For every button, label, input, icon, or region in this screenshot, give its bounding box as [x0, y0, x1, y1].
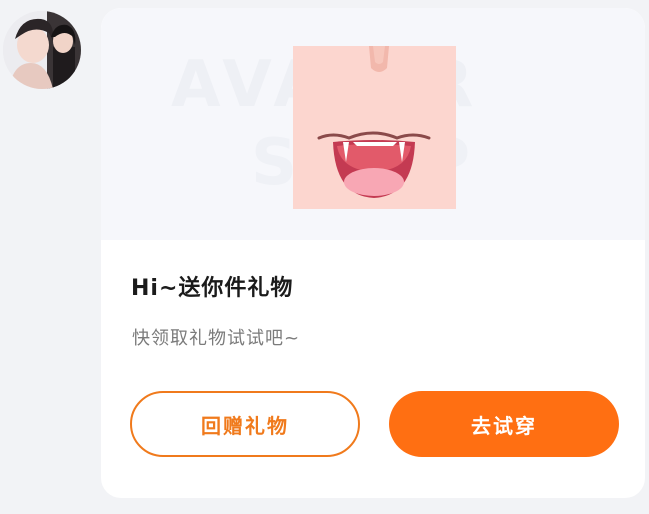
gift-popup-page: AVATAR SHOP [0, 0, 649, 514]
return-gift-button[interactable]: 回赠礼物 [130, 391, 360, 457]
gift-title: Hi~送你件礼物 [131, 276, 294, 301]
user-avatar-icon [3, 11, 81, 89]
vampire-fangs-mouth-icon [293, 46, 456, 209]
try-on-button[interactable]: 去试穿 [389, 391, 619, 457]
sender-avatar[interactable] [3, 11, 81, 89]
gift-card: AVATAR SHOP [101, 8, 645, 498]
gift-banner: AVATAR SHOP [101, 8, 645, 240]
gift-subtitle: 快领取礼物试试吧~ [132, 328, 301, 349]
gift-item-image [293, 46, 456, 209]
